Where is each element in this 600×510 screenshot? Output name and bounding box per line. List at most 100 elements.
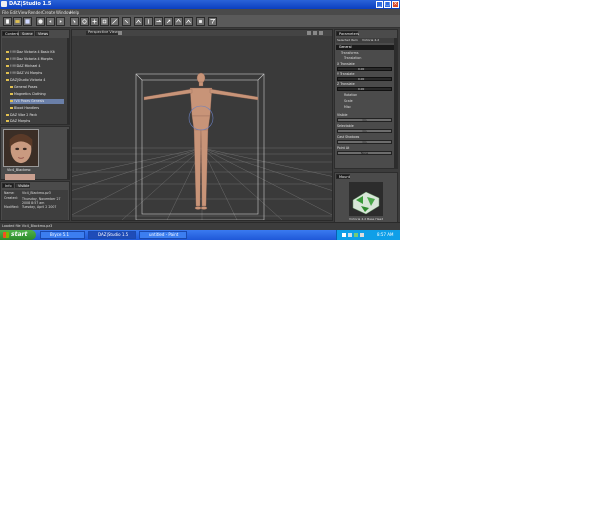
viewport-menu-icon[interactable] <box>118 31 122 35</box>
camera-roll-icon[interactable] <box>174 17 183 26</box>
frame-icon[interactable] <box>184 17 193 26</box>
tab-mount[interactable]: Mount <box>336 174 350 179</box>
group-misc[interactable]: Misc <box>344 105 351 109</box>
x-translate-slider[interactable]: 0.00 <box>337 67 392 71</box>
system-tray: 8:57 AM <box>336 230 400 240</box>
tab-scene[interactable]: Scene <box>19 31 34 36</box>
select-tool-icon[interactable] <box>70 17 79 26</box>
title-bar[interactable]: DAZ|Studio 1.5 _ □ × <box>0 0 400 9</box>
folder-icon <box>10 85 13 89</box>
render-icon[interactable] <box>36 17 45 26</box>
thumbnail-panel: Vic4_Blackmo <box>0 126 70 180</box>
tree-item-selected[interactable]: !V4 Poses Genesis <box>10 99 64 104</box>
status-text: Loaded file Vic4_Blackmo.pz3 <box>2 224 53 228</box>
selected-item-value[interactable]: Victoria 4.2 <box>362 39 379 42</box>
spot-render-icon[interactable] <box>196 17 205 26</box>
tray-icon[interactable] <box>342 233 346 237</box>
status-bar: Loaded file Vic4_Blackmo.pz3 <box>0 222 400 230</box>
folder-icon <box>6 113 9 117</box>
general-group[interactable]: General <box>336 45 396 50</box>
open-file-icon[interactable] <box>13 17 22 26</box>
folder-icon <box>6 78 9 82</box>
point-at-label: Point At <box>337 146 350 150</box>
tab-parameters[interactable]: Parameters <box>336 31 359 36</box>
filter-icon[interactable] <box>208 17 217 26</box>
info-key: Name: <box>4 191 15 195</box>
maximize-icon[interactable]: □ <box>384 1 391 8</box>
info-panel: Info Visible Name: Vic4_Blackmo.pz3 Crea… <box>0 181 70 221</box>
tab-visible[interactable]: Visible <box>15 183 30 188</box>
camera-orbit-icon[interactable] <box>134 17 143 26</box>
save-icon[interactable] <box>23 17 32 26</box>
tree-item[interactable]: DAZ Vibe 2 Pack <box>6 113 64 118</box>
redo-icon[interactable] <box>56 17 65 26</box>
camera-pan-icon[interactable] <box>144 17 153 26</box>
folder-icon <box>10 92 13 96</box>
node-select-icon[interactable] <box>122 17 131 26</box>
viewport-maximize-icon[interactable] <box>319 31 323 35</box>
tree-item[interactable]: Magnetics Clothing <box>10 92 64 97</box>
preview-caption: Victoria 4.2 Base Head <box>349 217 384 221</box>
new-file-icon[interactable] <box>3 17 12 26</box>
face-thumbnail-image <box>4 130 38 166</box>
tab-info[interactable]: Info <box>2 183 14 188</box>
3d-scene[interactable] <box>72 36 332 220</box>
tree-item[interactable]: !!!!!Daz Victoria 4 Morphs <box>6 57 64 62</box>
rotate-tool-icon[interactable] <box>80 17 89 26</box>
camera-zoom-icon[interactable] <box>154 17 163 26</box>
group-rotation[interactable]: Rotation <box>344 93 357 97</box>
camera-dolly-icon[interactable] <box>164 17 173 26</box>
task-daz-studio[interactable]: DAZ|Studio 1.5 <box>88 231 136 239</box>
z-translate-slider[interactable]: 0.00 <box>337 87 392 91</box>
y-translate-slider[interactable]: 0.00 <box>337 77 392 81</box>
folder-icon <box>6 119 9 123</box>
start-button[interactable]: start <box>0 230 36 240</box>
folder-icon <box>6 50 9 54</box>
group-scale[interactable]: Scale <box>344 99 353 103</box>
task-bryce[interactable]: Bryce 5.1 <box>40 231 85 239</box>
tree-item[interactable]: Blood Handlers <box>10 106 64 111</box>
tab-content[interactable]: Content <box>2 31 19 36</box>
point-at-field[interactable]: None <box>337 151 392 155</box>
parameters-scrollbar[interactable] <box>394 38 397 168</box>
tree-item[interactable]: DAZ Morphs <box>6 119 64 124</box>
task-paint[interactable]: untitled - Paint <box>139 231 187 239</box>
folder-icon <box>6 64 9 68</box>
tree-item[interactable]: !!!!!Daz Victoria 4 Basic Kit <box>6 50 64 55</box>
close-icon[interactable]: × <box>392 1 399 8</box>
parameters-subheader: Selected Item Victoria 4.2 <box>336 38 396 43</box>
thumbnail-scrollbar[interactable] <box>67 129 70 179</box>
group-transforms[interactable]: Transforms <box>341 51 359 55</box>
window-title: DAZ|Studio 1.5 <box>9 1 52 7</box>
minimize-icon[interactable]: _ <box>376 1 383 8</box>
cast-shadows-label: Cast Shadows <box>337 135 360 139</box>
tray-icon[interactable] <box>354 233 358 237</box>
visible-field[interactable]: On <box>337 118 392 122</box>
tab-views[interactable]: Views <box>35 31 49 36</box>
second-thumbnail[interactable] <box>5 174 35 180</box>
x-translate-label: X Translate <box>337 62 355 66</box>
tree-item[interactable]: !!!!!DAZ V4 Morphs <box>6 71 64 76</box>
tree-scrollbar[interactable] <box>67 38 70 124</box>
tray-icon[interactable] <box>348 233 352 237</box>
translate-tool-icon[interactable] <box>90 17 99 26</box>
universal-tool-icon[interactable] <box>110 17 119 26</box>
scale-tool-icon[interactable] <box>100 17 109 26</box>
tree-item[interactable]: DAZ|Studio Victoria 4 <box>6 78 64 83</box>
tree-item[interactable]: !!!!!DAZ Michael 4 <box>6 64 64 69</box>
selectable-field[interactable]: On <box>337 129 392 133</box>
cast-shadows-field[interactable]: On <box>337 140 392 144</box>
info-key: Created: <box>4 196 18 200</box>
undo-icon[interactable] <box>46 17 55 26</box>
viewport-label[interactable]: Perspective View <box>86 30 120 35</box>
viewport-camera-icon[interactable] <box>313 31 317 35</box>
viewport-option-icon[interactable] <box>307 31 311 35</box>
general-label: General <box>339 45 352 49</box>
thumbnail-caption: Vic4_Blackmo <box>7 168 31 172</box>
group-translation[interactable]: Translation <box>344 56 361 60</box>
tree-item[interactable]: General Poses <box>10 85 64 90</box>
folder-icon <box>6 57 9 61</box>
preview-panel: Mount Victoria 4.2 Base Head <box>334 172 398 224</box>
figure-thumbnail[interactable] <box>3 129 39 167</box>
tray-icon[interactable] <box>360 233 364 237</box>
